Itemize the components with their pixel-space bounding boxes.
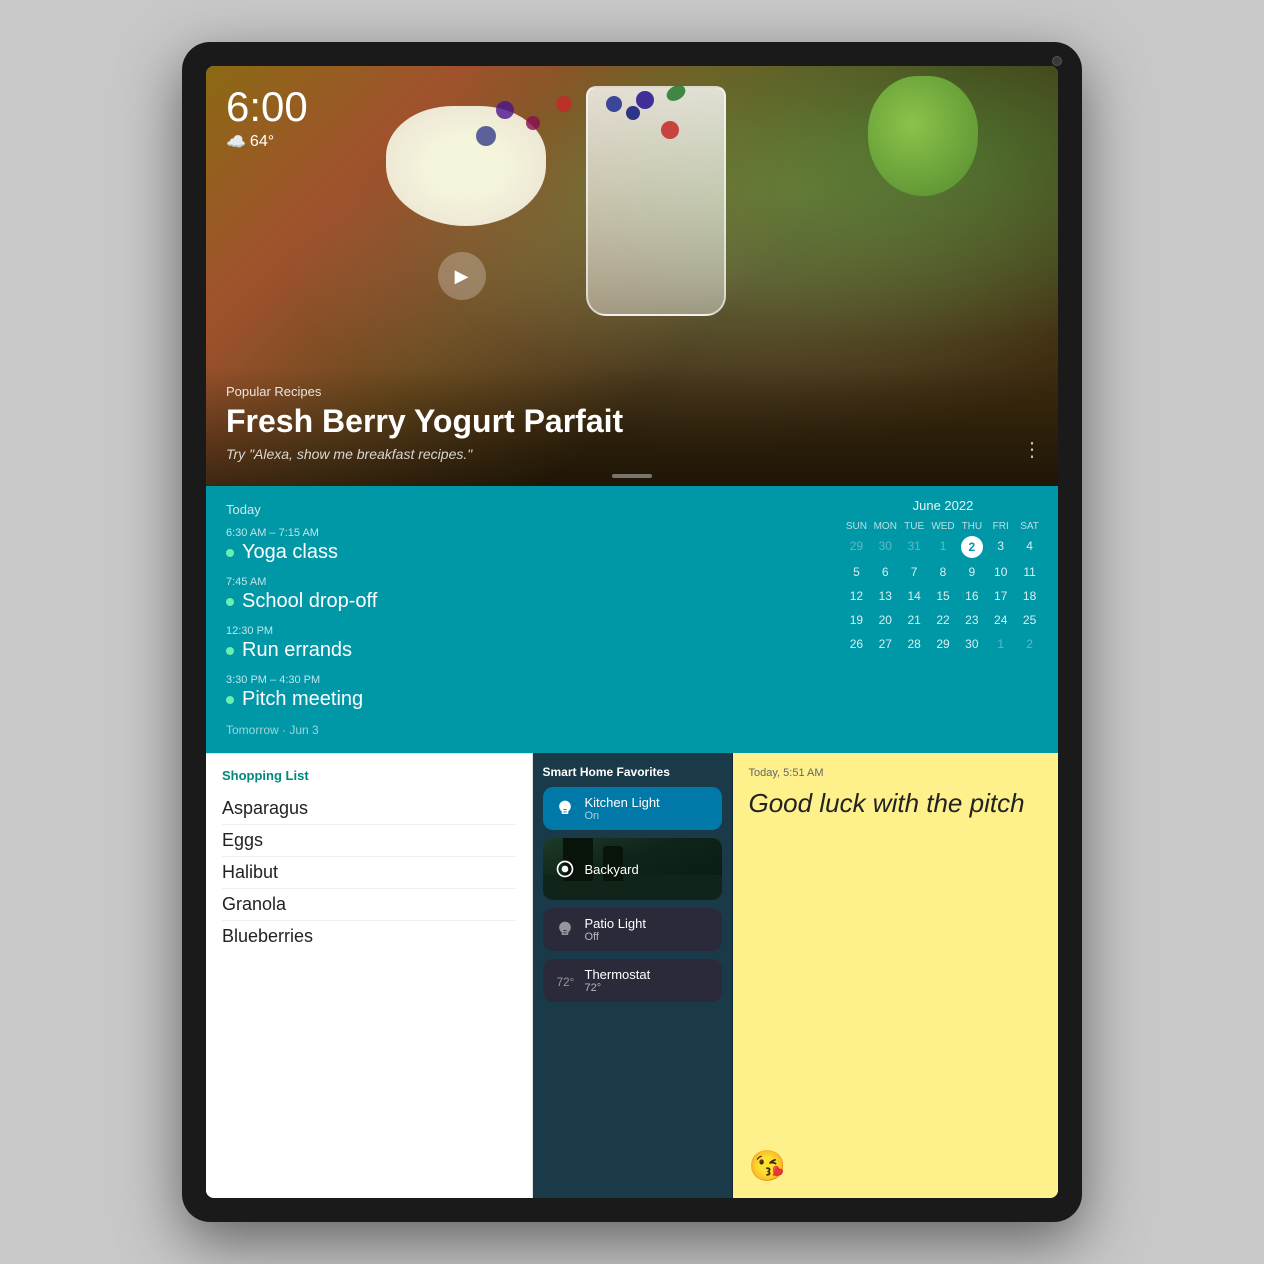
event-title-pitch: Pitch meeting	[226, 688, 808, 711]
recipe-hint: Try "Alexa, show me breakfast recipes."	[226, 446, 1038, 462]
event-time-pitch: 3:30 PM – 4:30 PM	[226, 674, 808, 686]
patio-light-name: Patio Light	[585, 916, 646, 931]
schedule-section: Today 6:30 AM – 7:15 AM Yoga class 7:45 …	[206, 486, 1058, 753]
event-time-school: 7:45 AM	[226, 576, 808, 588]
event-dot	[226, 696, 234, 704]
event-dot	[226, 647, 234, 655]
note-timestamp: Today, 5:51 AM	[749, 767, 1043, 779]
more-options-button[interactable]: ⋮	[1022, 437, 1042, 462]
today-label: Today	[226, 502, 808, 517]
hero-section[interactable]: 6:00 ☁️ 64° ▶ Popular Recipes Fresh Berr…	[206, 66, 1058, 486]
calendar-grid: 2930311234 567891011 12131415161718 1920…	[842, 536, 1044, 654]
event-pitch[interactable]: 3:30 PM – 4:30 PM Pitch meeting	[226, 674, 808, 711]
thermostat-name: Thermostat	[585, 967, 651, 982]
patio-light-status: Off	[585, 931, 646, 943]
event-yoga[interactable]: 6:30 AM – 7:15 AM Yoga class	[226, 527, 808, 564]
svg-text:72°: 72°	[556, 976, 574, 989]
kitchen-light-status: On	[585, 810, 660, 822]
shopping-item-asparagus[interactable]: Asparagus	[222, 793, 516, 825]
hero-overlay: Popular Recipes Fresh Berry Yogurt Parfa…	[206, 368, 1058, 486]
smarthome-title: Smart Home Favorites	[543, 765, 722, 779]
camera-dot	[1052, 56, 1062, 66]
device-kitchen-light[interactable]: Kitchen Light On	[543, 787, 722, 830]
calendar-widget[interactable]: June 2022 SUNMONTUEWEDTHUFRISAT 29303112…	[828, 486, 1058, 753]
kitchen-light-info: Kitchen Light On	[585, 795, 660, 822]
thermostat-status: 72°	[585, 982, 651, 994]
kitchen-light-name: Kitchen Light	[585, 795, 660, 810]
recipe-category-label: Popular Recipes	[226, 384, 1038, 399]
device-thermostat[interactable]: 72° Thermostat 72°	[543, 959, 722, 1002]
tomorrow-label: Tomorrow · Jun 3	[226, 723, 808, 737]
thermostat-info: Thermostat 72°	[585, 967, 651, 994]
event-time-errands: 12:30 PM	[226, 625, 808, 637]
weather-icon: ☁️	[226, 132, 246, 152]
backyard-info: Backyard	[585, 862, 639, 877]
shopping-item-granola[interactable]: Granola	[222, 889, 516, 921]
shopping-item-blueberries[interactable]: Blueberries	[222, 921, 516, 952]
shopping-item-eggs[interactable]: Eggs	[222, 825, 516, 857]
device-patio-light[interactable]: Patio Light Off	[543, 908, 722, 951]
device-frame: 6:00 ☁️ 64° ▶ Popular Recipes Fresh Berr…	[182, 42, 1082, 1222]
calendar-day-headers: SUNMONTUEWEDTHUFRISAT	[842, 521, 1044, 532]
shopping-item-halibut[interactable]: Halibut	[222, 857, 516, 889]
shopping-list-title: Shopping List	[222, 768, 516, 783]
event-time-yoga: 6:30 AM – 7:15 AM	[226, 527, 808, 539]
widgets-row: Shopping List Asparagus Eggs Halibut Gra…	[206, 753, 1058, 1198]
note-emoji: 😘	[749, 1149, 1043, 1184]
patio-light-info: Patio Light Off	[585, 916, 646, 943]
event-errands[interactable]: 12:30 PM Run errands	[226, 625, 808, 662]
food-apple-decoration	[868, 76, 978, 196]
food-glass-decoration	[586, 86, 726, 316]
screen: 6:00 ☁️ 64° ▶ Popular Recipes Fresh Berr…	[206, 66, 1058, 1198]
event-title-errands: Run errands	[226, 639, 808, 662]
backyard-overlay: Backyard	[543, 838, 722, 900]
event-dot	[226, 598, 234, 606]
device-backyard[interactable]: Backyard	[543, 838, 722, 900]
shopping-list-widget[interactable]: Shopping List Asparagus Eggs Halibut Gra…	[206, 753, 533, 1198]
temperature-display: 64°	[250, 133, 274, 151]
play-button[interactable]: ▶	[438, 252, 486, 300]
patio-bulb-icon	[553, 918, 577, 942]
event-title-school: School drop-off	[226, 590, 808, 613]
weather-display: ☁️ 64°	[226, 132, 308, 152]
scroll-indicator	[612, 474, 652, 478]
backyard-name: Backyard	[585, 862, 639, 877]
thermostat-icon: 72°	[553, 969, 577, 993]
event-dot	[226, 549, 234, 557]
calendar-month-year: June 2022	[842, 498, 1044, 513]
camera-icon	[553, 857, 577, 881]
note-text: Good luck with the pitch	[749, 787, 1043, 1141]
sticky-note-widget[interactable]: Today, 5:51 AM Good luck with the pitch …	[733, 753, 1059, 1198]
recipe-title: Fresh Berry Yogurt Parfait	[226, 403, 1038, 440]
schedule-list: Today 6:30 AM – 7:15 AM Yoga class 7:45 …	[206, 486, 828, 753]
event-school[interactable]: 7:45 AM School drop-off	[226, 576, 808, 613]
event-title-yoga: Yoga class	[226, 541, 808, 564]
clock-display: 6:00	[226, 86, 308, 128]
bulb-icon	[553, 797, 577, 821]
hero-time-block: 6:00 ☁️ 64°	[226, 86, 308, 152]
food-bowl-decoration	[386, 106, 546, 226]
smarthome-widget: Smart Home Favorites Kitchen Light On	[533, 753, 733, 1198]
